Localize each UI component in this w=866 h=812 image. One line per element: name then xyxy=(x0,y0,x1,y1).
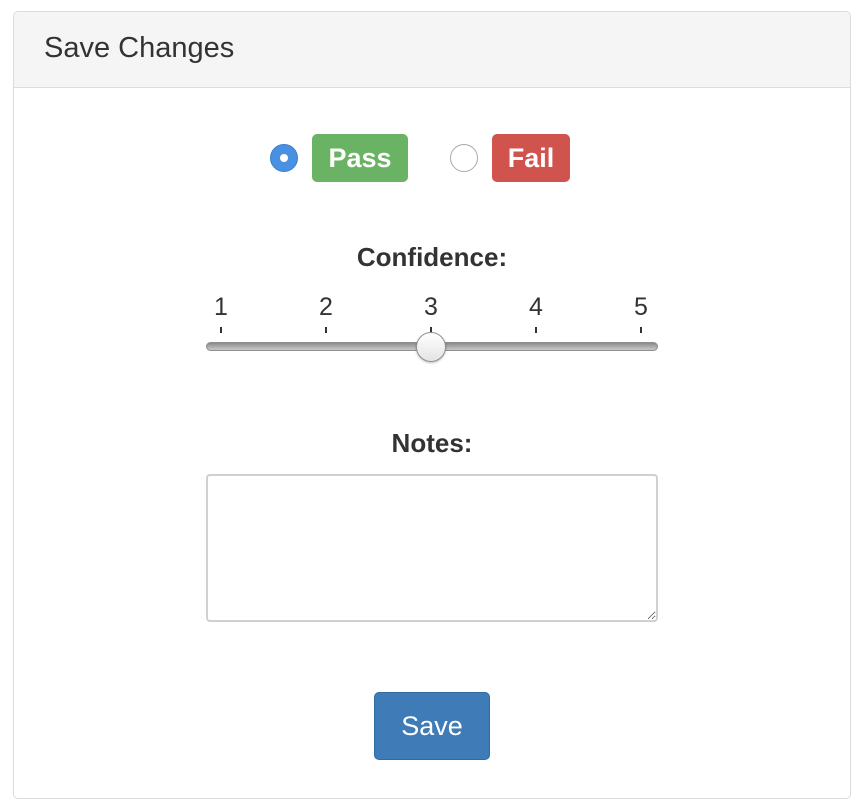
confidence-tick-label: 1 xyxy=(214,293,228,321)
confidence-tick-mark xyxy=(325,327,327,333)
pass-label[interactable]: Pass xyxy=(312,134,408,182)
panel-title: Save Changes xyxy=(44,32,235,64)
confidence-tick-label: 2 xyxy=(319,293,333,321)
radio-dot-icon xyxy=(280,154,288,162)
confidence-tick-mark xyxy=(535,327,537,333)
confidence-tick-label: 4 xyxy=(529,293,543,321)
save-button[interactable]: Save xyxy=(374,692,490,760)
pass-radio[interactable] xyxy=(270,144,298,172)
save-changes-panel: Save Changes xyxy=(13,11,851,799)
confidence-tick-mark xyxy=(640,327,642,333)
fail-label[interactable]: Fail xyxy=(492,134,570,182)
notes-textarea[interactable] xyxy=(206,474,658,622)
confidence-label: Confidence: xyxy=(356,242,508,272)
confidence-tick-label: 3 xyxy=(424,293,438,321)
confidence-tick-label: 5 xyxy=(634,293,648,321)
fail-radio[interactable] xyxy=(450,144,478,172)
confidence-slider-thumb[interactable] xyxy=(416,332,446,362)
notes-label: Notes: xyxy=(391,428,473,458)
panel-heading: Save Changes xyxy=(14,12,850,88)
confidence-tick-mark xyxy=(220,327,222,333)
